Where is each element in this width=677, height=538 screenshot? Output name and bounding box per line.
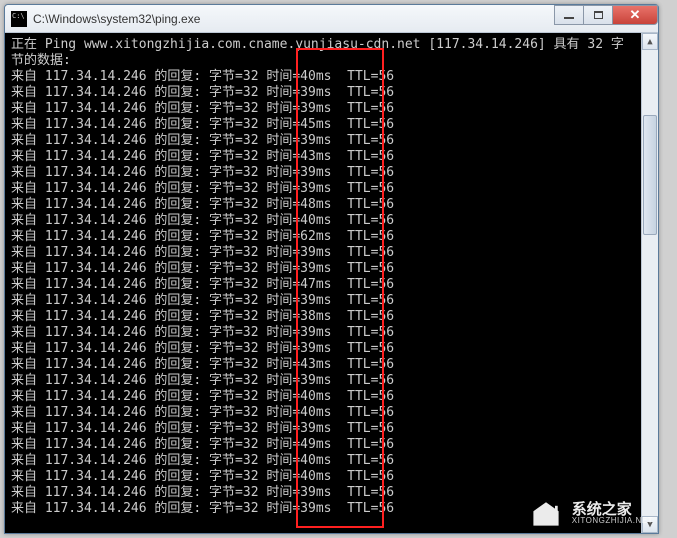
watermark-text: 系统之家 XITONGZHIJIA.NET — [572, 502, 653, 525]
watermark: 系统之家 XITONGZHIJIA.NET — [528, 498, 653, 528]
cmd-icon — [11, 11, 27, 27]
maximize-button[interactable] — [583, 5, 613, 25]
close-button[interactable]: ✕ — [612, 5, 658, 25]
minimize-button[interactable] — [554, 5, 584, 25]
scroll-up-button[interactable]: ▲ — [642, 33, 658, 50]
maximize-icon — [594, 11, 603, 19]
watermark-en: XITONGZHIJIA.NET — [572, 517, 653, 525]
scrollbar-thumb[interactable] — [643, 115, 657, 235]
window-title: C:\Windows\system32\ping.exe — [33, 12, 200, 26]
watermark-cn: 系统之家 — [572, 502, 653, 517]
window-frame: C:\Windows\system32\ping.exe ✕ 正在 Ping w… — [4, 4, 659, 534]
titlebar[interactable]: C:\Windows\system32\ping.exe ✕ — [5, 5, 658, 33]
scrollbar-track[interactable] — [642, 50, 658, 516]
close-icon: ✕ — [630, 7, 641, 23]
console-output: 正在 Ping www.xitongzhijia.com.cname.yunji… — [5, 33, 658, 533]
minimize-icon — [564, 17, 574, 19]
watermark-logo-icon — [528, 498, 564, 528]
window-controls: ✕ — [555, 5, 658, 25]
scrollbar[interactable]: ▲ ▼ — [641, 33, 658, 533]
